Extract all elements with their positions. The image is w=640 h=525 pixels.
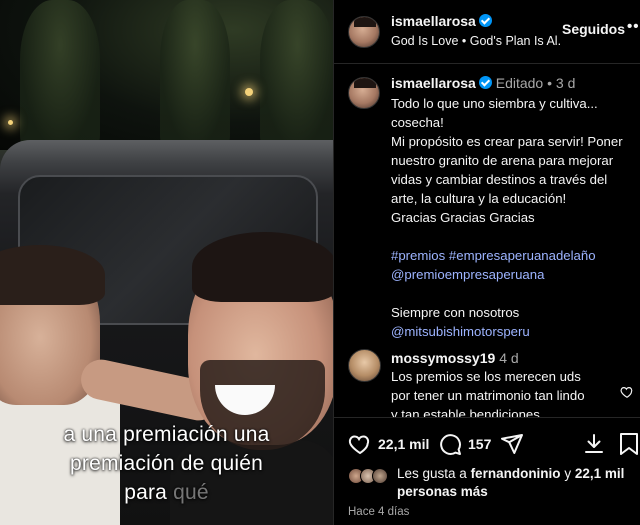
edited-label: Editado — [495, 75, 544, 91]
author-avatar[interactable] — [348, 77, 380, 109]
likes-middle: y — [560, 466, 575, 481]
like-count[interactable]: 22,1 mil — [378, 436, 429, 452]
mention-line: @mitsubishimotorsperu — [391, 322, 633, 341]
likes-summary: Les gusta a fernandoninio y 22,1 mil per… — [348, 465, 638, 505]
download-icon[interactable] — [582, 432, 606, 456]
hashtag-link[interactable]: #premios — [391, 248, 445, 263]
caption-text-block: Todo lo que uno siembra y cultiva... cos… — [391, 94, 633, 341]
comment-text: Los premios se los merecen uds por tener… — [391, 367, 611, 417]
likes-suffix[interactable]: personas más — [397, 484, 488, 499]
post-side-panel: ismaellarosa God Is Love • God's Plan Is… — [333, 0, 640, 525]
mention-link[interactable]: @premioempresaperuana — [391, 267, 544, 282]
heart-icon[interactable] — [348, 432, 372, 456]
comment-bubble-icon[interactable] — [438, 432, 462, 456]
caption-line: cosecha! — [391, 115, 444, 130]
comment-like-heart-icon[interactable] — [620, 385, 634, 399]
mention-line: @premioempresaperuana — [391, 265, 633, 284]
comment-time: 4 d — [499, 350, 519, 366]
author-username[interactable]: ismaellarosa — [391, 13, 476, 29]
download-action[interactable] — [582, 432, 606, 456]
street-light — [8, 120, 13, 125]
caption-text-faded: qué — [173, 481, 209, 504]
share-action[interactable] — [500, 432, 524, 456]
bookmark-icon[interactable] — [618, 432, 640, 456]
video-player[interactable]: a una premiación una premiación de quién… — [0, 0, 333, 525]
comment-line: por tener un matrimonio tan lindo — [391, 388, 585, 403]
comment-header: mossymossy19 4 d — [391, 350, 519, 366]
caption-line: vidas y cambiar destinos a través del — [391, 172, 608, 187]
video-caption: a una premiación una premiación de quién… — [0, 420, 333, 507]
caption-line: Todo lo que uno siembra y cultiva... — [391, 96, 598, 111]
caption-time[interactable]: 3 d — [556, 75, 575, 91]
caption-username[interactable]: ismaellarosa — [391, 75, 476, 91]
post-timestamp: Hace 4 días — [348, 506, 410, 518]
post-header: ismaellarosa God Is Love • God's Plan Is… — [334, 0, 640, 64]
author-username-row[interactable]: ismaellarosa — [391, 13, 492, 29]
comments-section[interactable]: ismaellarosa Editado • 3 d Todo lo que u… — [334, 65, 640, 417]
caption-line: a una premiación una — [63, 423, 270, 446]
palm-tree — [20, 0, 100, 150]
comment-count[interactable]: 157 — [468, 436, 491, 452]
comment-line: Los premios se los merecen uds — [391, 369, 581, 384]
street-light — [245, 88, 253, 96]
caption-line: para qué — [0, 478, 333, 507]
caption-line: Mi propósito es crear para servir! Poner — [391, 134, 623, 149]
caption-line: Siempre con nosotros — [391, 305, 520, 320]
audio-subtitle[interactable]: God Is Love • God's Plan Is Al... — [391, 34, 561, 48]
palm-tree — [160, 0, 230, 150]
save-action[interactable] — [618, 432, 640, 456]
meta-separator: • — [547, 75, 553, 91]
author-avatar[interactable] — [348, 16, 380, 48]
caption-text: para — [124, 481, 174, 504]
palm-tree — [260, 0, 333, 150]
verified-badge-icon — [478, 76, 492, 89]
action-bar: 22,1 mil 157 — [334, 417, 640, 467]
more-options-icon[interactable]: ••• — [627, 18, 640, 35]
caption-line: nuestro granito de arena para mejorar — [391, 153, 614, 168]
caption-header: ismaellarosa Editado • 3 d — [391, 75, 575, 91]
verified-badge-icon — [478, 14, 492, 27]
likes-count[interactable]: 22,1 mil — [575, 466, 625, 481]
mention-link[interactable]: @mitsubishimotorsperu — [391, 324, 530, 339]
like-action[interactable]: 22,1 mil — [348, 432, 429, 456]
comment-action[interactable]: 157 — [438, 432, 491, 456]
likes-prefix: Les gusta a — [397, 466, 471, 481]
caption-line: premiación de quién — [70, 452, 263, 475]
caption-line: Gracias Gracias Gracias — [391, 210, 535, 225]
instagram-post-view: a una premiación una premiación de quién… — [0, 0, 640, 525]
commenter-avatar[interactable] — [348, 349, 381, 382]
hashtag-link[interactable]: #empresaperuanadelaño — [449, 248, 596, 263]
commenter-username[interactable]: mossymossy19 — [391, 350, 495, 366]
share-paper-plane-icon[interactable] — [500, 432, 524, 456]
man-hair — [192, 232, 333, 302]
hashtag-line: #premios #empresaperuanadelaño — [391, 246, 633, 265]
following-button[interactable]: Seguidos — [562, 21, 625, 37]
comment-line: y tan estable bendiciones — [391, 407, 540, 417]
liker-username[interactable]: fernandoninio — [471, 466, 561, 481]
liker-avatar[interactable] — [372, 468, 388, 484]
caption-line: arte, la cultura y la educación! — [391, 191, 567, 206]
likes-text: Les gusta a fernandoninio y 22,1 mil per… — [397, 465, 637, 501]
